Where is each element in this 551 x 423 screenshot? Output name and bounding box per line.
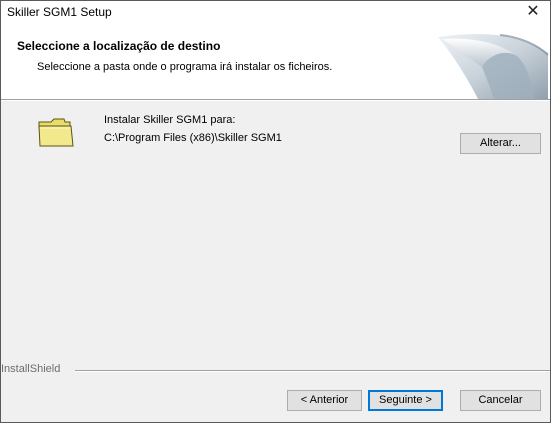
window-title: Skiller SGM1 Setup — [7, 5, 112, 19]
installshield-brand: InstallShield — [1, 363, 61, 375]
setup-window: Skiller SGM1 Setup ✕ Seleccione a locali… — [0, 0, 551, 423]
next-button[interactable]: Seguinte > — [368, 390, 443, 411]
page-title: Seleccione a localização de destino — [17, 39, 221, 53]
page-subtitle: Seleccione a pasta onde o programa irá i… — [37, 61, 333, 73]
folder-icon — [38, 118, 74, 147]
title-bar: Skiller SGM1 Setup ✕ — [1, 1, 550, 23]
install-to-label: Instalar Skiller SGM1 para: — [104, 114, 236, 126]
install-path: C:\Program Files (x86)\Skiller SGM1 — [104, 132, 282, 144]
header-divider — [1, 99, 550, 101]
header-panel: Seleccione a localização de destino Sele… — [1, 23, 550, 99]
close-icon[interactable]: ✕ — [516, 1, 550, 23]
footer-divider — [75, 370, 550, 372]
back-button[interactable]: < Anterior — [287, 390, 362, 411]
change-button[interactable]: Alterar... — [460, 133, 541, 154]
cancel-button[interactable]: Cancelar — [460, 390, 541, 411]
installer-banner-art — [420, 23, 550, 99]
